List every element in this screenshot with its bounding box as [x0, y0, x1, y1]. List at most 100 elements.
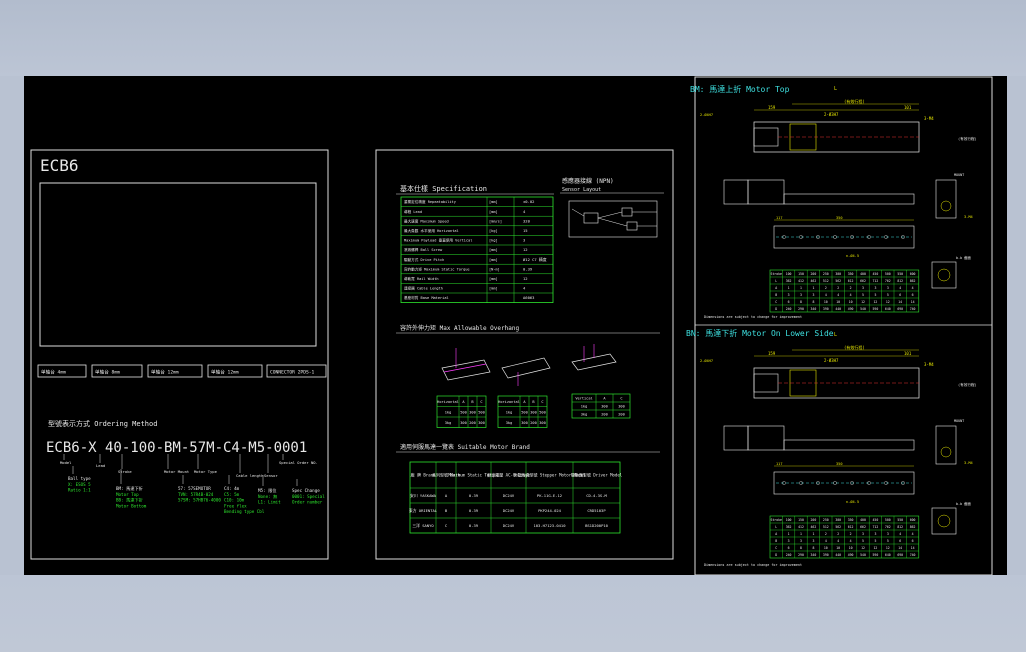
- dim-table-cell: 240: [786, 307, 792, 311]
- spec-value: 12: [523, 276, 528, 281]
- dim-label: 117: [776, 216, 783, 220]
- dim-label: 2-Ø4H7: [700, 112, 713, 117]
- dim-table-cell: 662: [860, 525, 866, 529]
- cad-drawing-canvas[interactable]: ECB6 单轴台 4mm 单轴台 8mm 单轴台 12mm 单轴台 12mm CONNE…: [24, 76, 1007, 575]
- dim-table-cell: 612: [848, 525, 854, 529]
- dim-table-cell: 400: [860, 518, 866, 522]
- dim-table-cell: 14: [911, 300, 915, 304]
- dim-table-cell: 150: [798, 518, 804, 522]
- code-label: Model: [60, 460, 71, 465]
- dim-table-cell: 3: [800, 293, 802, 297]
- dim-table-cell: 3: [862, 532, 864, 536]
- overhang-cell: Horizontal: [437, 400, 459, 404]
- dim-table-cell: 562: [835, 279, 841, 283]
- option-text: X: ESOS 5: [68, 482, 91, 487]
- ordering-heading: 型號表示方式 Ordering Method: [48, 419, 157, 428]
- dim-table-cell: A: [775, 532, 777, 536]
- option-text: Bending type Cbl: [224, 509, 265, 514]
- motor-cell: PK-11G-E-12: [537, 493, 562, 498]
- dim-label: b-b 截面: [956, 255, 972, 260]
- dim-table-cell: 662: [860, 279, 866, 283]
- dim-table-cell: 762: [885, 279, 891, 283]
- dim-table-cell: 5: [887, 539, 889, 543]
- dim-table-cell: 2: [825, 286, 827, 290]
- spec-label: 滾珠螺桿 Ball Screw: [404, 247, 443, 252]
- code-label: Motor Mount: [164, 469, 189, 474]
- dim-table-cell: 740: [910, 307, 916, 311]
- option-text: Ball type: [68, 476, 91, 481]
- bottom-gray-band: [0, 575, 1026, 652]
- dim-table-cell: 8: [812, 300, 814, 304]
- spec-unit: [N·m]: [489, 267, 500, 271]
- dim-label: (有效行程): [844, 98, 865, 104]
- spec-value: 12: [523, 247, 528, 252]
- spec-label: 最大速度 Maximum Speed: [404, 218, 449, 223]
- overhang-cell: 3kg: [581, 412, 588, 416]
- top-gray-band: [0, 0, 1026, 76]
- option-text: Motor Top: [116, 492, 139, 497]
- motor-cell: 東方 ORIENTAL: [409, 508, 438, 513]
- dim-table-cell: 4: [912, 532, 914, 536]
- dim-table-cell: 5: [874, 293, 876, 297]
- spec-value: ±0.02: [523, 199, 534, 204]
- dim-label: 101: [904, 351, 912, 356]
- spec-value: Ø12 C7 精度: [523, 257, 547, 262]
- dim-table-cell: 6: [899, 293, 901, 297]
- overhang-cell: 300: [539, 421, 546, 425]
- dim-table-cell: 2: [850, 532, 852, 536]
- dim-label: MOUNT: [954, 419, 964, 423]
- overhang-cell: 1kg: [445, 411, 452, 415]
- overhang-cell: 3kg: [445, 421, 452, 425]
- dim-table-cell: 3: [887, 532, 889, 536]
- motor-cell: B: [445, 508, 448, 513]
- option-text: C10: 10m: [224, 498, 245, 503]
- dim-table-cell: 450: [873, 272, 879, 276]
- overhang-cell: 200: [530, 421, 537, 425]
- overhang-cell: 300: [601, 404, 608, 408]
- spec-value: 320: [523, 218, 531, 223]
- overhang-illustrations: [441, 344, 617, 386]
- dim-table-cell: 200: [811, 272, 817, 276]
- code-label: Cable length: [236, 473, 263, 478]
- dim-label: L: [834, 332, 837, 338]
- dim-table-cell: 550: [897, 518, 903, 522]
- spec-value: 0.39: [523, 266, 533, 271]
- code-label: Motor Type: [194, 469, 218, 474]
- motor-cell: 0.39: [469, 508, 479, 513]
- option-button-label: 单轴台 4mm: [41, 369, 66, 376]
- spec-value: 3: [523, 238, 525, 243]
- dim-table-cell: L: [775, 279, 777, 283]
- option-text: Free flex: [224, 503, 247, 508]
- dim-table-cell: 300: [835, 518, 841, 522]
- spec-unit: [kg]: [489, 229, 498, 233]
- overhang-cell: A: [523, 400, 526, 404]
- spec-label: 導軌寬 Rail Width: [404, 276, 439, 281]
- dim-label: 101: [904, 105, 912, 110]
- dim-label: 3-M4: [964, 215, 973, 219]
- dim-table-cell: 390: [823, 307, 829, 311]
- dim-table-cell: A: [775, 286, 777, 290]
- overhang-cell: 300: [530, 411, 537, 415]
- overhang-cell: B: [471, 400, 473, 404]
- overhang-cell: 200: [618, 412, 625, 416]
- spec-label: 最大負載 水平使用 Horizontal: [404, 228, 459, 233]
- spec-value: A6063: [523, 295, 534, 300]
- dim-table-cell: 512: [823, 525, 829, 529]
- motor-top-note: Dimensions are subject to change for imp…: [704, 315, 802, 319]
- sheet-1: ECB6 单轴台 4mm 单轴台 8mm 单轴台 12mm 单轴台 12mm CONNE…: [30, 149, 329, 560]
- dim-table-cell: Stroke: [770, 518, 782, 522]
- dim-table-cell: 3: [874, 286, 876, 290]
- dim-table-cell: 5: [862, 293, 864, 297]
- overhang-table-vertical: Vertical 1kg 3kg A 300 200 C 300 200: [571, 393, 631, 419]
- overhang-cell: 300: [478, 421, 485, 425]
- dim-table-cell: 440: [835, 553, 841, 557]
- cad-drawing: ECB6 单轴台 4mm 单轴台 8mm 单轴台 12mm 单轴台 12mm CONNE…: [30, 76, 993, 575]
- motor-cell: CD-4-3S-M: [586, 493, 607, 498]
- spec-value: 4: [523, 209, 526, 214]
- dim-table-cell: 590: [873, 307, 879, 311]
- option-text: 0001: Special: [292, 494, 325, 499]
- option-text: Motor Bottom: [116, 503, 147, 508]
- dim-table-cell: 462: [811, 525, 817, 529]
- dim-table-cell: 450: [873, 518, 879, 522]
- motor-heading: 適用伺服馬達一覽表 Suitable Motor Brand: [400, 443, 530, 451]
